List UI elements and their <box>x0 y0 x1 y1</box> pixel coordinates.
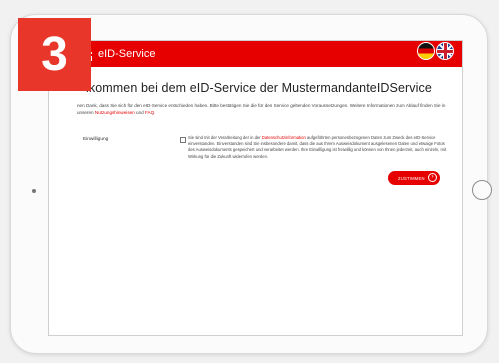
browser-screen: eID-Service lkommen bei dem eID-Service … <box>48 40 463 336</box>
accept-button[interactable]: ZUSTIMMEN › <box>388 171 440 185</box>
intro-paragraph: nen Dank, dass Sie sich für den eID-Serv… <box>77 102 455 116</box>
intro-end: . <box>154 110 156 115</box>
intro-and: und <box>136 110 144 115</box>
privacy-info-link[interactable]: Datenschutzinformation <box>262 135 306 140</box>
language-switcher <box>417 42 457 62</box>
uk-flag-icon[interactable] <box>436 42 454 60</box>
arrow-right-icon: › <box>428 173 437 182</box>
service-title: eID-Service <box>98 48 156 60</box>
german-flag-icon[interactable] <box>417 42 435 60</box>
consent-checkbox[interactable] <box>180 137 186 143</box>
usage-notes-link[interactable]: Nutzungshinweisen <box>95 110 135 115</box>
page-heading: lkommen bei dem eID-Service der Musterma… <box>86 81 432 95</box>
tablet-camera <box>32 189 36 193</box>
header-bar: eID-Service <box>49 41 462 67</box>
accept-button-label: ZUSTIMMEN <box>398 175 425 181</box>
consent-label: Einwilligung <box>83 137 109 142</box>
consent-text-start: Sie sind mit der Verarbeitung der in der <box>188 135 261 140</box>
faq-link[interactable]: FAQ <box>145 110 154 115</box>
consent-text: Sie sind mit der Verarbeitung der in der… <box>188 135 450 160</box>
tablet-home-button[interactable] <box>472 180 492 200</box>
step-number-badge: 3 <box>18 18 91 91</box>
